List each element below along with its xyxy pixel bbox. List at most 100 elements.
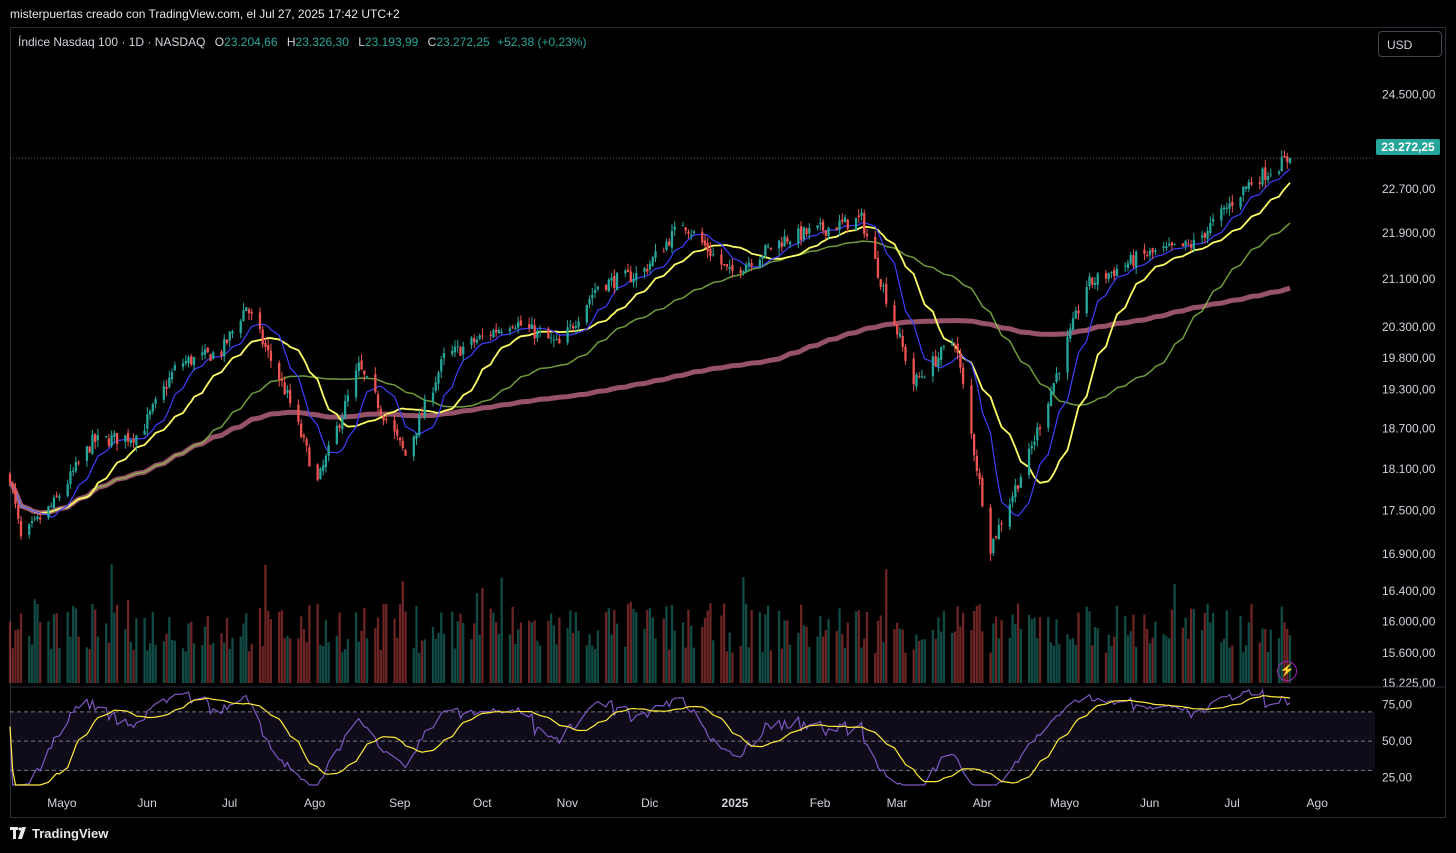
candle-body — [173, 365, 176, 370]
candle-body — [997, 524, 1000, 539]
volume-bar — [1200, 630, 1204, 683]
volume-bar — [668, 649, 671, 683]
volume-bar — [747, 647, 751, 683]
volume-bar — [662, 618, 665, 683]
candle-body — [431, 392, 435, 401]
candle-body — [50, 505, 53, 507]
volume-bar — [604, 612, 608, 683]
volume-bar — [843, 648, 847, 683]
candle-body — [684, 227, 687, 231]
candle-body — [354, 370, 358, 398]
candle-body — [1187, 243, 1190, 245]
volume-bar — [1047, 616, 1050, 683]
candle-body — [687, 231, 690, 234]
candle-body — [1206, 230, 1209, 240]
volume-bar — [824, 629, 827, 683]
symbol-title[interactable]: Índice Nasdaq 100 · 1D · NASDAQ — [18, 35, 205, 49]
volume-bar — [115, 604, 119, 683]
candle-body — [819, 222, 822, 225]
volume-bar — [1184, 617, 1187, 683]
volume-bar — [220, 633, 223, 683]
candle-body — [72, 470, 75, 472]
candle-body — [882, 285, 885, 287]
candle-body — [148, 411, 152, 415]
candle-body — [723, 264, 726, 266]
volume-bar — [242, 623, 245, 683]
volume-bar — [901, 629, 904, 683]
volume-bar — [440, 612, 443, 683]
candle-body — [440, 359, 443, 372]
volume-bar — [500, 577, 503, 683]
volume-bar — [113, 612, 116, 683]
currency-button[interactable]: USD — [1378, 31, 1442, 57]
candle-body — [571, 325, 575, 329]
volume-bar — [319, 644, 322, 683]
candle-body — [555, 338, 558, 340]
candle-body — [393, 420, 396, 432]
volume-bar — [492, 612, 495, 683]
volume-bar — [354, 612, 358, 683]
candle-body — [278, 362, 281, 381]
volume-bar — [77, 636, 80, 683]
volume-bar — [302, 628, 306, 683]
candle-body — [459, 347, 462, 356]
volume-bar — [55, 613, 58, 683]
volume-bar — [1011, 614, 1014, 683]
volume-bar — [783, 620, 786, 683]
volume-bar — [585, 645, 588, 683]
candle-body — [30, 521, 34, 524]
time-axis-label: Feb — [810, 796, 831, 810]
volume-bar — [489, 608, 492, 683]
candle-body — [39, 517, 42, 520]
price-axis[interactable]: 24.500,0023.500,0022.700,0021.900,0021.1… — [1382, 87, 1436, 690]
volume-bar — [475, 593, 479, 683]
volume-bar — [1008, 637, 1011, 683]
candle-body — [739, 269, 742, 274]
volume-bar — [552, 625, 556, 683]
time-axis-label: Mayo — [47, 796, 77, 810]
candle-body — [1269, 174, 1272, 176]
volume-bar — [819, 615, 822, 683]
price-candles — [8, 150, 1292, 562]
candle-body — [14, 488, 17, 504]
candle-body — [1019, 477, 1022, 488]
candle-body — [816, 225, 819, 228]
candle-body — [77, 462, 80, 464]
volume-bar — [1244, 645, 1248, 683]
candle-body — [934, 355, 937, 367]
candle-body — [701, 231, 704, 243]
volume-bar — [1181, 627, 1185, 683]
candle-body — [720, 254, 723, 265]
volume-bar — [148, 643, 152, 683]
lightning-icon[interactable]: ⚡ — [1277, 661, 1297, 681]
volume-bar — [1033, 617, 1036, 683]
candle-body — [280, 378, 284, 381]
volume-bar — [382, 604, 385, 683]
candle-body — [124, 435, 127, 442]
chart-canvas[interactable]: 24.500,0023.500,0022.700,0021.900,0021.1… — [0, 0, 1456, 853]
candle-body — [1266, 176, 1270, 181]
volume-bar — [456, 621, 459, 683]
low-label: L — [358, 35, 365, 49]
volume-bar — [1036, 638, 1039, 683]
candle-body — [1209, 223, 1212, 233]
candle-body — [547, 329, 550, 339]
price-axis-label: 16.900,00 — [1382, 547, 1436, 561]
candle-body — [192, 357, 196, 366]
close-value: 23.272,25 — [436, 35, 490, 49]
volume-bar — [1148, 643, 1152, 683]
volume-bar — [495, 622, 498, 683]
change-value: +52,38 (+0,23%) — [497, 35, 587, 49]
candle-body — [437, 372, 440, 384]
volume-bar — [709, 603, 712, 683]
candle-body — [1200, 235, 1204, 238]
candle-body — [1088, 276, 1091, 287]
candle-body — [206, 347, 209, 353]
candle-body — [209, 354, 212, 362]
volume-bar — [1264, 629, 1267, 683]
candle-body — [577, 321, 580, 328]
volume-bar — [398, 604, 402, 683]
volume-bar — [959, 626, 962, 683]
time-axis[interactable]: Mayo Jun Jul Ago Sep Oct Nov Dic 2025 Feb Mar Abr Ma… — [47, 796, 1328, 810]
volume-bar — [613, 609, 616, 683]
